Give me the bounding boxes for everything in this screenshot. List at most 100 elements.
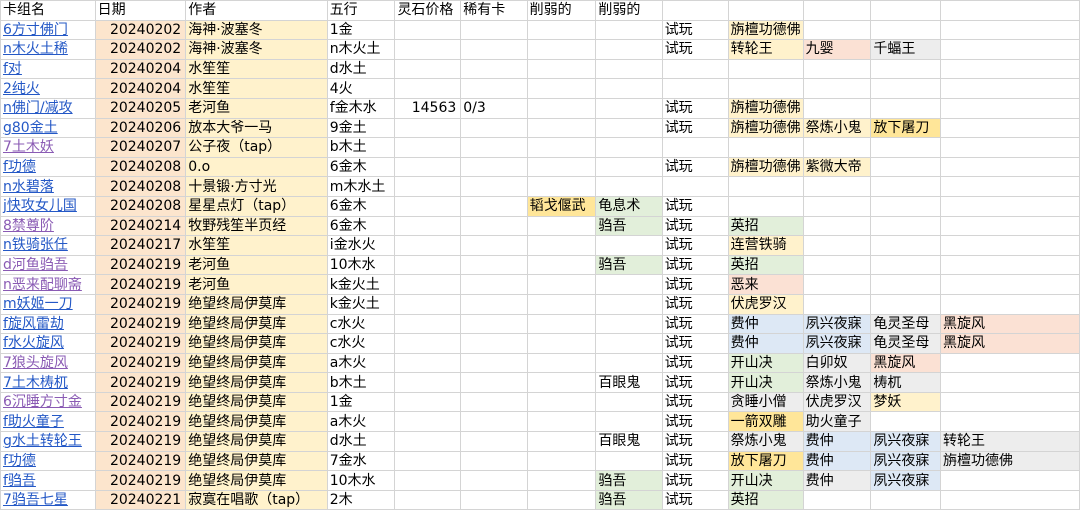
element-cell[interactable]: i金水火 — [326, 235, 396, 256]
deck-name-link[interactable]: f功德 — [0, 450, 96, 472]
card-cell[interactable] — [870, 137, 942, 158]
rare-card-cell[interactable] — [460, 78, 528, 99]
trial-cell[interactable]: 试玩 — [661, 372, 729, 393]
card-cell[interactable] — [802, 489, 872, 510]
card-cell[interactable] — [802, 274, 872, 295]
trial-cell[interactable] — [661, 58, 729, 80]
card-cell[interactable] — [870, 156, 942, 178]
card-cell[interactable] — [526, 97, 597, 119]
card-cell[interactable]: 费仲 — [727, 333, 804, 354]
date-cell[interactable]: 20240219 — [94, 293, 187, 315]
card-cell[interactable] — [940, 293, 1080, 315]
date-cell[interactable]: 20240214 — [94, 215, 187, 237]
card-cell[interactable]: 英招 — [727, 215, 804, 237]
trial-cell[interactable]: 试玩 — [661, 411, 729, 433]
card-cell[interactable] — [940, 274, 1080, 295]
card-cell[interactable]: 梼杌 — [870, 372, 942, 393]
card-cell[interactable]: 祭炼小鬼 — [802, 117, 872, 139]
price-cell[interactable] — [394, 431, 462, 452]
card-cell[interactable] — [802, 58, 872, 80]
card-cell[interactable]: 助火童子 — [802, 411, 872, 433]
card-cell[interactable]: 旃檀功德佛 — [727, 97, 804, 119]
trial-cell[interactable]: 试玩 — [661, 117, 729, 139]
element-cell[interactable]: n木火土 — [326, 39, 396, 60]
card-cell[interactable] — [870, 195, 942, 217]
element-cell[interactable]: 4火 — [326, 78, 396, 99]
author-cell[interactable]: 绝望终局伊莫库 — [185, 431, 328, 452]
element-cell[interactable]: k金火土 — [326, 293, 396, 315]
rare-card-cell[interactable] — [460, 254, 528, 276]
card-cell[interactable] — [526, 431, 597, 452]
card-cell[interactable] — [526, 313, 597, 335]
rare-card-cell[interactable] — [460, 470, 528, 491]
price-cell[interactable]: 14563 — [394, 97, 462, 119]
price-cell[interactable] — [394, 19, 462, 41]
card-cell[interactable] — [595, 352, 663, 374]
header-cell[interactable] — [802, 0, 872, 21]
card-cell[interactable] — [595, 235, 663, 256]
trial-cell[interactable]: 试玩 — [661, 274, 729, 295]
card-cell[interactable] — [526, 489, 597, 510]
card-cell[interactable] — [727, 195, 804, 217]
element-cell[interactable]: 6金木 — [326, 215, 396, 237]
deck-name-link[interactable]: n铁骑张任 — [0, 235, 96, 256]
card-cell[interactable]: 紫微大帝 — [802, 156, 872, 178]
deck-name-link[interactable]: 7狼头旋风 — [0, 352, 96, 374]
element-cell[interactable]: b木土 — [326, 137, 396, 158]
author-cell[interactable]: 寂寞在唱歌（tap） — [185, 489, 328, 510]
date-cell[interactable]: 20240219 — [94, 274, 187, 295]
card-cell[interactable]: 费仲 — [802, 470, 872, 491]
card-cell[interactable] — [595, 19, 663, 41]
card-cell[interactable] — [595, 137, 663, 158]
author-cell[interactable]: 绝望终局伊莫库 — [185, 352, 328, 374]
author-cell[interactable]: 海神·波塞冬 — [185, 19, 328, 41]
card-cell[interactable] — [526, 274, 597, 295]
card-cell[interactable]: 黑旋风 — [940, 333, 1080, 354]
card-cell[interactable] — [940, 137, 1080, 158]
card-cell[interactable]: 驺吾 — [595, 470, 663, 491]
card-cell[interactable] — [802, 254, 872, 276]
header-cell[interactable] — [727, 0, 804, 21]
price-cell[interactable] — [394, 254, 462, 276]
trial-cell[interactable] — [661, 176, 729, 197]
card-cell[interactable]: 旃檀功德佛 — [727, 156, 804, 178]
rare-card-cell[interactable] — [460, 19, 528, 41]
card-cell[interactable] — [802, 137, 872, 158]
card-cell[interactable] — [727, 176, 804, 197]
author-cell[interactable]: 牧野残笙半页经 — [185, 215, 328, 237]
rare-card-cell[interactable] — [460, 489, 528, 510]
price-cell[interactable] — [394, 489, 462, 510]
deck-name-link[interactable]: 8禁尊阶 — [0, 215, 96, 237]
card-cell[interactable]: 费仲 — [727, 313, 804, 335]
card-cell[interactable] — [802, 19, 872, 41]
card-cell[interactable]: 贪睡小僧 — [727, 391, 804, 413]
author-cell[interactable]: 老河鱼 — [185, 254, 328, 276]
card-cell[interactable]: 放下屠刀 — [870, 117, 942, 139]
card-cell[interactable]: 夙兴夜寐 — [870, 450, 942, 472]
card-cell[interactable]: 龟息术 — [595, 195, 663, 217]
card-cell[interactable]: 夙兴夜寐 — [870, 470, 942, 491]
element-cell[interactable]: 1金 — [326, 391, 396, 413]
card-cell[interactable]: 开山决 — [727, 470, 804, 491]
card-cell[interactable] — [526, 391, 597, 413]
card-cell[interactable] — [940, 372, 1080, 393]
price-cell[interactable] — [394, 333, 462, 354]
card-cell[interactable]: 夙兴夜寐 — [802, 313, 872, 335]
card-cell[interactable] — [940, 254, 1080, 276]
date-cell[interactable]: 20240208 — [94, 156, 187, 178]
trial-cell[interactable]: 试玩 — [661, 391, 729, 413]
card-cell[interactable] — [595, 333, 663, 354]
deck-name-link[interactable]: g水土转轮王 — [0, 431, 96, 452]
card-cell[interactable] — [526, 470, 597, 491]
card-cell[interactable]: 梦妖 — [870, 391, 942, 413]
author-cell[interactable]: 水笙笙 — [185, 235, 328, 256]
rare-card-cell[interactable] — [460, 58, 528, 80]
card-cell[interactable] — [526, 39, 597, 60]
date-cell[interactable]: 20240208 — [94, 195, 187, 217]
card-cell[interactable] — [595, 293, 663, 315]
card-cell[interactable]: 开山决 — [727, 372, 804, 393]
date-cell[interactable]: 20240205 — [94, 97, 187, 119]
card-cell[interactable]: 千蝠王 — [870, 39, 942, 60]
card-cell[interactable] — [526, 372, 597, 393]
deck-name-link[interactable]: d河鱼驺吾 — [0, 254, 96, 276]
